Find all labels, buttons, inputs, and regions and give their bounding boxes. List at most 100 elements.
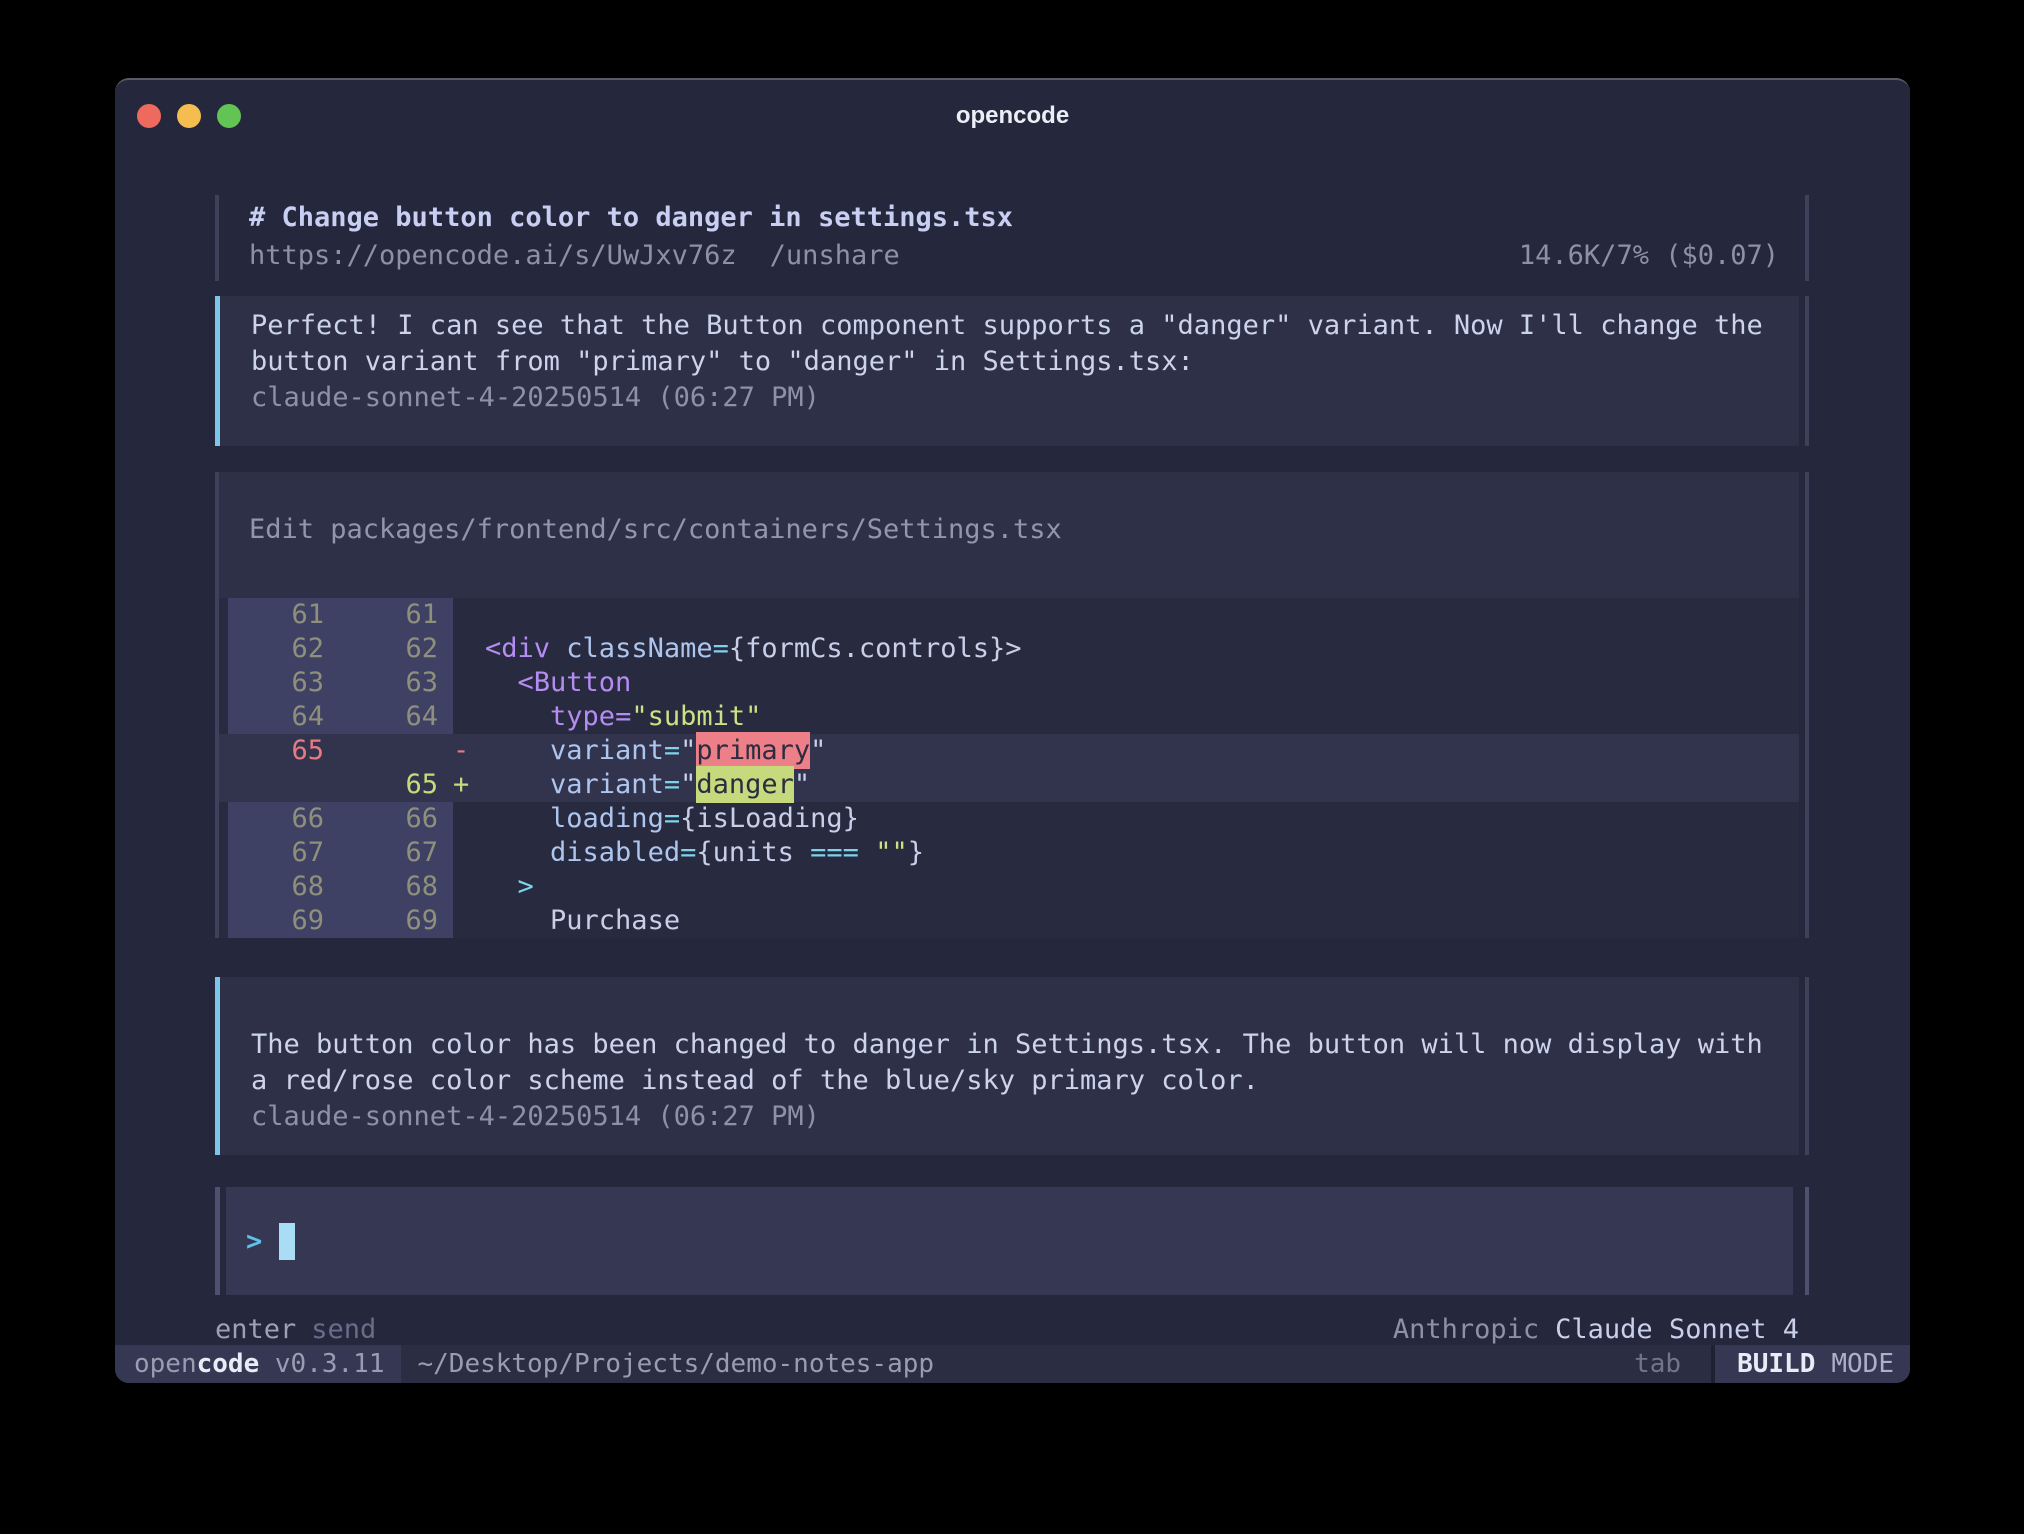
- status-bar: opencode v0.3.11 ~/Desktop/Projects/demo…: [115, 1345, 1910, 1383]
- diff-code-line: loading={isLoading}: [453, 802, 1799, 836]
- code-token: "submit": [631, 701, 761, 732]
- provider-name: Anthropic: [1393, 1315, 1539, 1345]
- code-token: ": [680, 735, 696, 766]
- mode-build-label: BUILD: [1737, 1349, 1815, 1379]
- new-line-number: 66: [324, 802, 438, 836]
- code-token: [485, 837, 550, 868]
- edit-file-path: Edit packages/frontend/src/containers/Se…: [219, 472, 1799, 598]
- gutter-pad: [438, 632, 453, 666]
- gutter-pad: [438, 768, 453, 802]
- mode-mode-label: MODE: [1831, 1349, 1894, 1379]
- code-token: =: [713, 633, 729, 664]
- diff-row: 6767 disabled={units === ""}: [219, 836, 1799, 870]
- diff-gutter: 6464: [228, 700, 453, 734]
- chat-scroll-area[interactable]: # Change button color to danger in setti…: [215, 152, 1799, 1345]
- new-line-number: 64: [324, 700, 438, 734]
- code-token: Purchase: [550, 905, 680, 936]
- diff-marker: +: [453, 768, 485, 802]
- gutter-pad: [438, 666, 453, 700]
- session-title: # Change button color to danger in setti…: [249, 199, 1779, 237]
- diff-marker: [453, 904, 485, 938]
- diff-gutter: 6868: [228, 870, 453, 904]
- diff-marker: [453, 870, 485, 904]
- code-token: >: [518, 871, 534, 902]
- diff-code-line: - variant="primary": [453, 734, 1799, 768]
- new-line-number: 65: [324, 768, 438, 802]
- gutter-pad: [438, 700, 453, 734]
- new-line-number: 67: [324, 836, 438, 870]
- diff-row: 6969 Purchase: [219, 904, 1799, 938]
- new-line-number: [324, 734, 438, 768]
- code-token: [485, 735, 550, 766]
- unshare-command[interactable]: /unshare: [770, 237, 900, 275]
- message-text-line: a red/rose color scheme instead of the b…: [251, 1063, 1769, 1099]
- code-token: =: [680, 837, 696, 868]
- input-left-border: [215, 1187, 220, 1295]
- diff-gutter: 6666: [228, 802, 453, 836]
- old-line-number: 69: [228, 904, 324, 938]
- old-line-number: [228, 768, 324, 802]
- share-url-link[interactable]: https://opencode.ai/s/UwJxv76z: [249, 237, 737, 275]
- diff-row: 65 - variant="primary": [219, 734, 1799, 768]
- code-token: {units: [696, 837, 810, 868]
- diff-row: 6262 <div className={formCs.controls}>: [219, 632, 1799, 666]
- diff-marker: [453, 666, 485, 700]
- diff-code-line: disabled={units === ""}: [453, 836, 1799, 870]
- diff-marker: [453, 598, 485, 632]
- token-usage: 14.6K/7% ($0.07): [1519, 237, 1779, 275]
- code-token: [485, 803, 550, 834]
- gutter-pad: [438, 870, 453, 904]
- diff-code-line: type="submit": [453, 700, 1799, 734]
- gutter-pad: [438, 904, 453, 938]
- diff-marker: [453, 836, 485, 870]
- old-line-number: 67: [228, 836, 324, 870]
- old-line-number: 63: [228, 666, 324, 700]
- code-token: type: [550, 701, 615, 732]
- code-token: =: [664, 735, 680, 766]
- code-token: className: [566, 633, 712, 664]
- diff-code-line: Purchase: [453, 904, 1799, 938]
- code-token: [485, 667, 518, 698]
- prompt-input-wrap: >: [215, 1187, 1799, 1295]
- new-line-number: 68: [324, 870, 438, 904]
- message-text-line: The button color has been changed to dan…: [251, 1027, 1769, 1063]
- diff-code-line: + variant="danger": [453, 768, 1799, 802]
- diff-row: 6161: [219, 598, 1799, 632]
- code-token: [485, 905, 550, 936]
- new-line-number: 62: [324, 632, 438, 666]
- window-titlebar: opencode: [115, 80, 1910, 152]
- code-token: [859, 837, 875, 868]
- new-line-number: 63: [324, 666, 438, 700]
- message-model-meta: claude-sonnet-4-20250514 (06:27 PM): [251, 1099, 1769, 1135]
- mode-segment: BUILD MODE: [1715, 1345, 1910, 1383]
- model-name: Claude Sonnet 4: [1555, 1315, 1799, 1345]
- diff-marker: [453, 802, 485, 836]
- statusbar-spacer: [934, 1345, 1634, 1383]
- old-line-number: 68: [228, 870, 324, 904]
- new-line-number: 69: [324, 904, 438, 938]
- code-token: =: [615, 701, 631, 732]
- tab-key-hint: tab: [1634, 1349, 1681, 1379]
- diff-marker: [453, 632, 485, 666]
- app-name-code: code: [197, 1349, 260, 1379]
- app-version: v0.3.11: [259, 1349, 384, 1379]
- gutter-pad: [438, 734, 453, 768]
- code-token: [550, 633, 566, 664]
- window-title: opencode: [115, 102, 1910, 130]
- model-indicator: Anthropic Claude Sonnet 4: [1393, 1315, 1799, 1345]
- gutter-pad: [438, 802, 453, 836]
- old-line-number: 65: [228, 734, 324, 768]
- diff-row: 6464 type="submit": [219, 700, 1799, 734]
- code-token: {formCs.controls}>: [729, 633, 1022, 664]
- code-token: =: [664, 803, 680, 834]
- message-model-meta: claude-sonnet-4-20250514 (06:27 PM): [251, 380, 1769, 416]
- message-text-line: button variant from "primary" to "danger…: [251, 344, 1769, 380]
- code-token: [485, 769, 550, 800]
- old-line-number: 62: [228, 632, 324, 666]
- send-action-hint: send: [311, 1315, 376, 1345]
- prompt-input[interactable]: >: [226, 1187, 1793, 1295]
- code-token: =: [664, 769, 680, 800]
- code-token: {isLoading}: [680, 803, 859, 834]
- diff-row: 6363 <Button: [219, 666, 1799, 700]
- diff-row: 6666 loading={isLoading}: [219, 802, 1799, 836]
